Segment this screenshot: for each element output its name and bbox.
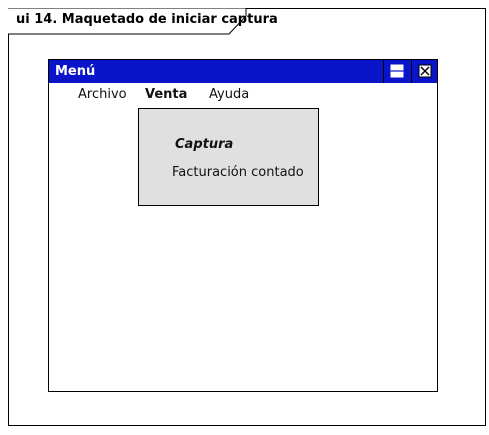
close-icon (418, 64, 432, 78)
menu-venta[interactable]: Venta (145, 87, 187, 102)
menu-archivo[interactable]: Archivo (78, 87, 127, 102)
close-button[interactable] (411, 60, 437, 83)
window-title: Menú (55, 64, 96, 79)
maximize-button[interactable] (383, 60, 409, 83)
menu-item-facturacion-contado[interactable]: Facturación contado (172, 165, 304, 180)
maximize-icon (390, 64, 404, 78)
menu-window: Menú Archivo Venta Ayuda Captura Factura… (48, 59, 438, 392)
frame-title: ui 14. Maquetado de iniciar captura (16, 12, 278, 27)
menu-bar: Archivo Venta Ayuda (49, 87, 437, 105)
title-bar: Menú (49, 60, 437, 83)
dropdown-header-captura: Captura (175, 137, 234, 152)
menu-ayuda[interactable]: Ayuda (209, 87, 249, 102)
venta-dropdown: Captura Facturación contado (138, 108, 319, 206)
